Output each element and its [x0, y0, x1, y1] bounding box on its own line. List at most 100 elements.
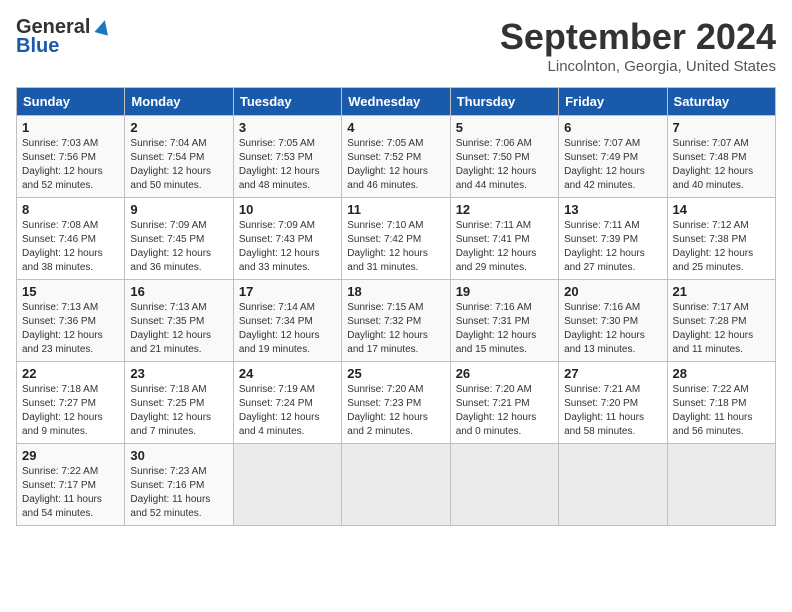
day-number: 17	[239, 284, 336, 299]
table-row: 22 Sunrise: 7:18 AM Sunset: 7:27 PM Dayli…	[17, 362, 125, 444]
col-thursday: Thursday	[450, 88, 558, 116]
month-year-title: September 2024	[500, 16, 776, 58]
calendar-week-row: 8 Sunrise: 7:08 AM Sunset: 7:46 PM Daylig…	[17, 198, 776, 280]
day-number: 2	[130, 120, 227, 135]
day-number: 4	[347, 120, 444, 135]
table-row: 9 Sunrise: 7:09 AM Sunset: 7:45 PM Daylig…	[125, 198, 233, 280]
day-content: Sunrise: 7:05 AM Sunset: 7:52 PM Dayligh…	[347, 137, 444, 193]
day-content: Sunrise: 7:11 AM Sunset: 7:39 PM Dayligh…	[564, 219, 661, 275]
table-row: 4 Sunrise: 7:05 AM Sunset: 7:52 PM Daylig…	[342, 116, 450, 198]
day-number: 14	[673, 202, 770, 217]
col-friday: Friday	[559, 88, 667, 116]
calendar-week-row: 29Sunrise: 7:22 AM Sunset: 7:17 PM Dayli…	[17, 444, 776, 526]
table-row	[233, 444, 341, 526]
day-number: 7	[673, 120, 770, 135]
table-row: 7Sunrise: 7:07 AM Sunset: 7:48 PM Daylig…	[667, 116, 775, 198]
day-number: 26	[456, 366, 553, 381]
table-row: 27 Sunrise: 7:21 AM Sunset: 7:20 PM Dayli…	[559, 362, 667, 444]
day-content: Sunrise: 7:05 AM Sunset: 7:53 PM Dayligh…	[239, 137, 336, 193]
day-content: Sunrise: 7:09 AM Sunset: 7:43 PM Dayligh…	[239, 219, 336, 275]
day-number: 18	[347, 284, 444, 299]
day-content: Sunrise: 7:23 AM Sunset: 7:16 PM Dayligh…	[130, 465, 227, 521]
table-row: 6 Sunrise: 7:07 AM Sunset: 7:49 PM Daylig…	[559, 116, 667, 198]
day-content: Sunrise: 7:20 AM Sunset: 7:23 PM Dayligh…	[347, 383, 444, 439]
day-number: 19	[456, 284, 553, 299]
table-row: 15Sunrise: 7:13 AM Sunset: 7:36 PM Dayli…	[17, 280, 125, 362]
day-number: 27	[564, 366, 661, 381]
calendar-week-row: 22 Sunrise: 7:18 AM Sunset: 7:27 PM Dayli…	[17, 362, 776, 444]
table-row: 2Sunrise: 7:04 AM Sunset: 7:54 PM Daylig…	[125, 116, 233, 198]
table-row: 17 Sunrise: 7:14 AM Sunset: 7:34 PM Dayli…	[233, 280, 341, 362]
day-number: 11	[347, 202, 444, 217]
table-row: 26 Sunrise: 7:20 AM Sunset: 7:21 PM Dayli…	[450, 362, 558, 444]
day-number: 16	[130, 284, 227, 299]
day-number: 29	[22, 448, 119, 463]
day-number: 13	[564, 202, 661, 217]
day-number: 9	[130, 202, 227, 217]
table-row: 11 Sunrise: 7:10 AM Sunset: 7:42 PM Dayli…	[342, 198, 450, 280]
col-saturday: Saturday	[667, 88, 775, 116]
day-content: Sunrise: 7:18 AM Sunset: 7:27 PM Dayligh…	[22, 383, 119, 439]
logo: General Blue	[16, 16, 114, 58]
day-content: Sunrise: 7:11 AM Sunset: 7:41 PM Dayligh…	[456, 219, 553, 275]
table-row: 8 Sunrise: 7:08 AM Sunset: 7:46 PM Daylig…	[17, 198, 125, 280]
table-row: 30 Sunrise: 7:23 AM Sunset: 7:16 PM Dayli…	[125, 444, 233, 526]
calendar-week-row: 15Sunrise: 7:13 AM Sunset: 7:36 PM Dayli…	[17, 280, 776, 362]
day-content: Sunrise: 7:06 AM Sunset: 7:50 PM Dayligh…	[456, 137, 553, 193]
day-number: 10	[239, 202, 336, 217]
table-row	[667, 444, 775, 526]
table-row	[559, 444, 667, 526]
day-content: Sunrise: 7:07 AM Sunset: 7:49 PM Dayligh…	[564, 137, 661, 193]
day-number: 1	[22, 120, 119, 135]
col-sunday: Sunday	[17, 88, 125, 116]
page-header: General Blue September 2024 Lincolnton, …	[16, 16, 776, 75]
day-content: Sunrise: 7:15 AM Sunset: 7:32 PM Dayligh…	[347, 301, 444, 357]
table-row: 5 Sunrise: 7:06 AM Sunset: 7:50 PM Daylig…	[450, 116, 558, 198]
day-number: 3	[239, 120, 336, 135]
day-number: 23	[130, 366, 227, 381]
table-row: 20 Sunrise: 7:16 AM Sunset: 7:30 PM Dayli…	[559, 280, 667, 362]
day-content: Sunrise: 7:14 AM Sunset: 7:34 PM Dayligh…	[239, 301, 336, 357]
day-number: 20	[564, 284, 661, 299]
day-content: Sunrise: 7:12 AM Sunset: 7:38 PM Dayligh…	[673, 219, 770, 275]
day-number: 12	[456, 202, 553, 217]
table-row: 25 Sunrise: 7:20 AM Sunset: 7:23 PM Dayli…	[342, 362, 450, 444]
table-row: 28 Sunrise: 7:22 AM Sunset: 7:18 PM Dayli…	[667, 362, 775, 444]
day-content: Sunrise: 7:10 AM Sunset: 7:42 PM Dayligh…	[347, 219, 444, 275]
location-subtitle: Lincolnton, Georgia, United States	[500, 58, 776, 75]
logo-blue: Blue	[16, 35, 59, 58]
day-number: 28	[673, 366, 770, 381]
table-row	[450, 444, 558, 526]
day-number: 30	[130, 448, 227, 463]
calendar-header-row: Sunday Monday Tuesday Wednesday Thursday…	[17, 88, 776, 116]
table-row: 10 Sunrise: 7:09 AM Sunset: 7:43 PM Dayli…	[233, 198, 341, 280]
table-row: 29Sunrise: 7:22 AM Sunset: 7:17 PM Dayli…	[17, 444, 125, 526]
day-content: Sunrise: 7:21 AM Sunset: 7:20 PM Dayligh…	[564, 383, 661, 439]
table-row: 13 Sunrise: 7:11 AM Sunset: 7:39 PM Dayli…	[559, 198, 667, 280]
day-number: 25	[347, 366, 444, 381]
day-content: Sunrise: 7:22 AM Sunset: 7:18 PM Dayligh…	[673, 383, 770, 439]
table-row: 16Sunrise: 7:13 AM Sunset: 7:35 PM Dayli…	[125, 280, 233, 362]
col-wednesday: Wednesday	[342, 88, 450, 116]
day-content: Sunrise: 7:18 AM Sunset: 7:25 PM Dayligh…	[130, 383, 227, 439]
day-content: Sunrise: 7:20 AM Sunset: 7:21 PM Dayligh…	[456, 383, 553, 439]
day-number: 5	[456, 120, 553, 135]
table-row: 24Sunrise: 7:19 AM Sunset: 7:24 PM Dayli…	[233, 362, 341, 444]
day-content: Sunrise: 7:09 AM Sunset: 7:45 PM Dayligh…	[130, 219, 227, 275]
day-number: 6	[564, 120, 661, 135]
table-row	[342, 444, 450, 526]
col-tuesday: Tuesday	[233, 88, 341, 116]
table-row: 3 Sunrise: 7:05 AM Sunset: 7:53 PM Daylig…	[233, 116, 341, 198]
table-row: 14 Sunrise: 7:12 AM Sunset: 7:38 PM Dayli…	[667, 198, 775, 280]
day-content: Sunrise: 7:08 AM Sunset: 7:46 PM Dayligh…	[22, 219, 119, 275]
table-row: 19Sunrise: 7:16 AM Sunset: 7:31 PM Dayli…	[450, 280, 558, 362]
day-number: 24	[239, 366, 336, 381]
logo-arrow-icon	[92, 16, 114, 38]
day-number: 8	[22, 202, 119, 217]
title-block: September 2024 Lincolnton, Georgia, Unit…	[500, 16, 776, 75]
day-number: 22	[22, 366, 119, 381]
calendar-week-row: 1Sunrise: 7:03 AM Sunset: 7:56 PM Daylig…	[17, 116, 776, 198]
day-content: Sunrise: 7:16 AM Sunset: 7:30 PM Dayligh…	[564, 301, 661, 357]
day-number: 15	[22, 284, 119, 299]
day-number: 21	[673, 284, 770, 299]
